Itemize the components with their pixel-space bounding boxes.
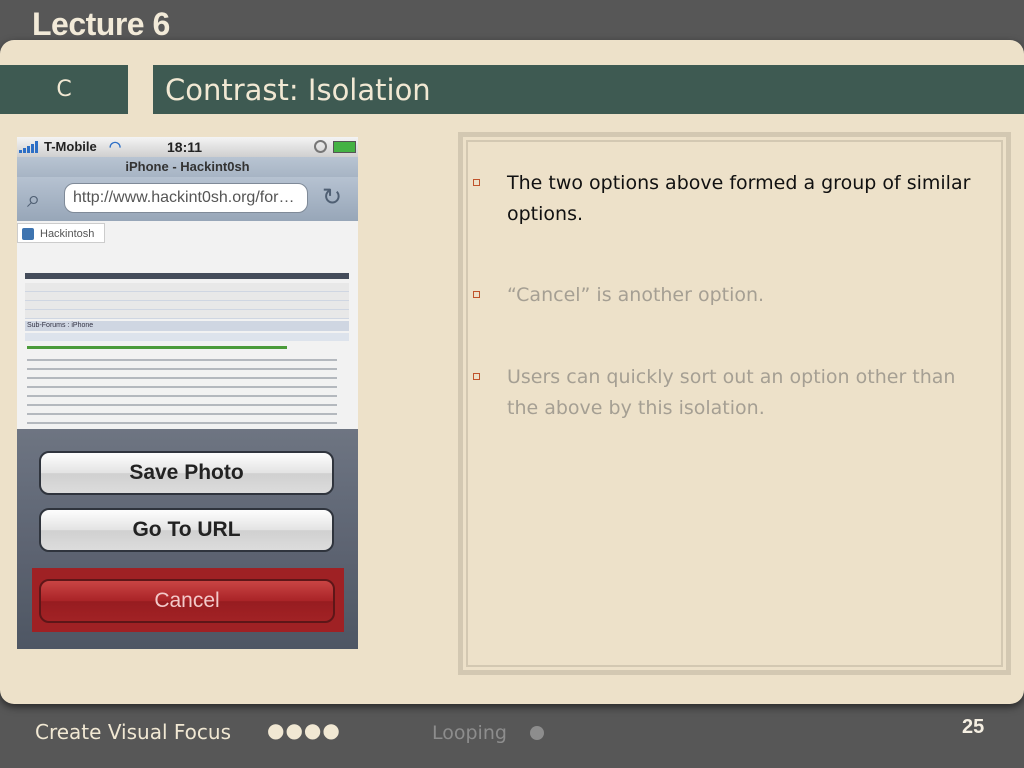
signal-strength-icon xyxy=(19,141,38,153)
url-field[interactable]: http://www.hackint0sh.org/foru... xyxy=(64,183,308,213)
browser-url-bar: ⌕ http://www.hackint0sh.org/foru... ↻ xyxy=(17,177,358,221)
slide-title-bar: Contrast: Isolation xyxy=(153,65,1024,114)
bullet-text: Users can quickly sort out an option oth… xyxy=(507,366,956,419)
bullet-item: “Cancel” is another option. xyxy=(470,280,975,311)
forum-row xyxy=(25,333,349,341)
cancel-button[interactable]: Cancel xyxy=(39,579,335,623)
bullet-square-icon xyxy=(473,179,480,186)
bullet-item: The two options above formed a group of … xyxy=(470,168,975,230)
footer-current-topic[interactable]: Create Visual Focus xyxy=(35,720,231,744)
bullet-item: Users can quickly sort out an option oth… xyxy=(470,362,975,424)
bullet-text: The two options above formed a group of … xyxy=(507,172,971,225)
footer-next-topic[interactable]: Looping xyxy=(432,722,507,744)
wifi-icon: ◠ xyxy=(109,138,122,154)
progress-dots: ●●●● xyxy=(267,718,341,742)
status-bar: T-Mobile ◠ 18:11 xyxy=(17,137,358,157)
action-sheet: Save Photo Go To URL Cancel xyxy=(17,429,358,649)
orientation-lock-icon xyxy=(314,140,327,153)
site-logo: Hackintosh xyxy=(17,223,105,243)
status-clock: 18:11 xyxy=(167,139,203,155)
battery-icon xyxy=(333,141,356,153)
browser-page-title: iPhone - Hackint0sh xyxy=(17,157,358,177)
bullet-text: “Cancel” is another option. xyxy=(507,284,765,306)
forum-text-block xyxy=(27,354,337,424)
next-topic-dot xyxy=(530,726,544,740)
notice-line xyxy=(27,346,287,349)
forum-nav-bar xyxy=(25,273,349,279)
go-to-url-button[interactable]: Go To URL xyxy=(39,508,334,552)
subforums-bar: Sub-Forums : iPhone xyxy=(25,321,349,331)
carrier-name: T-Mobile xyxy=(44,139,97,154)
reload-icon[interactable]: ↻ xyxy=(322,183,342,211)
section-marker: C xyxy=(0,65,128,114)
section-letter: C xyxy=(56,77,72,102)
bullet-square-icon xyxy=(473,373,480,380)
phone-screenshot: T-Mobile ◠ 18:11 iPhone - Hackint0sh ⌕ h… xyxy=(17,137,358,649)
page-number: 25 xyxy=(962,716,985,738)
slide-title: Contrast: Isolation xyxy=(165,72,431,107)
save-photo-button[interactable]: Save Photo xyxy=(39,451,334,495)
lecture-title: Lecture 6 xyxy=(32,6,170,42)
bullet-square-icon xyxy=(473,291,480,298)
forum-table xyxy=(25,283,349,319)
webpage-content: Hackintosh Sub-Forums : iPhone xyxy=(17,221,358,429)
search-icon[interactable]: ⌕ xyxy=(27,185,40,213)
